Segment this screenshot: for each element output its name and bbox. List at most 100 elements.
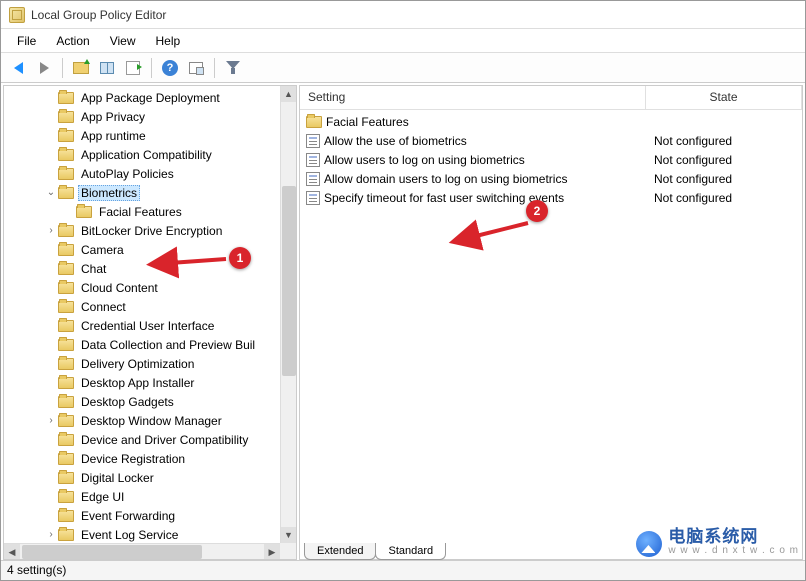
tree-item[interactable]: ›BitLocker Drive Encryption (4, 221, 280, 240)
tree-item[interactable]: App Privacy (4, 107, 280, 126)
setting-state: Not configured (654, 172, 732, 186)
list-row[interactable]: Allow domain users to log on using biome… (300, 169, 802, 188)
tree-item-label: Application Compatibility (78, 147, 215, 163)
scroll-thumb[interactable] (282, 186, 296, 376)
back-button[interactable] (7, 57, 29, 79)
up-button[interactable] (70, 57, 92, 79)
app-icon (9, 7, 25, 23)
tree-expander-icon[interactable]: › (44, 529, 58, 540)
policy-icon (306, 172, 320, 186)
tab-extended[interactable]: Extended (304, 543, 376, 560)
list-row[interactable]: Specify timeout for fast user switching … (300, 188, 802, 207)
export-button[interactable] (122, 57, 144, 79)
tree-item[interactable]: Device Registration (4, 449, 280, 468)
scroll-up-button[interactable]: ▲ (281, 86, 296, 102)
tree-item[interactable]: Application Compatibility (4, 145, 280, 164)
setting-name: Facial Features (326, 115, 409, 129)
list-row[interactable]: Allow users to log on using biometricsNo… (300, 150, 802, 169)
tree-item[interactable]: App runtime (4, 126, 280, 145)
menu-view[interactable]: View (100, 31, 146, 51)
annotation-arrow-1 (164, 253, 234, 276)
filter-icon (226, 61, 240, 75)
tree-expander-icon[interactable]: ⌄ (44, 187, 58, 198)
tree-item[interactable]: Cloud Content (4, 278, 280, 297)
tree-item[interactable]: Delivery Optimization (4, 354, 280, 373)
arrow-left-icon (14, 62, 23, 74)
tree-item[interactable]: ⌄Biometrics (4, 183, 280, 202)
folder-icon (58, 301, 74, 313)
menu-file[interactable]: File (7, 31, 46, 51)
folder-icon (58, 149, 74, 161)
tree-item-label: Credential User Interface (78, 318, 217, 334)
scroll-right-button[interactable]: ▶ (264, 544, 280, 560)
view-tabs: Extended Standard (304, 539, 445, 559)
filter-button[interactable] (222, 57, 244, 79)
folder-icon (58, 453, 74, 465)
tree-item[interactable]: Connect (4, 297, 280, 316)
tree-item-label: App Privacy (78, 109, 148, 125)
toolbar-divider (62, 58, 63, 78)
tree-item-label: App Package Deployment (78, 90, 223, 106)
scroll-down-button[interactable]: ▼ (281, 527, 296, 543)
tree-item[interactable]: Event Forwarding (4, 506, 280, 525)
watermark-url: w w w . d n x t w . c o m (668, 544, 799, 558)
folder-icon (76, 206, 92, 218)
tree-horizontal-scrollbar[interactable]: ◀ ▶ (4, 543, 280, 559)
column-header-setting[interactable]: Setting (300, 86, 646, 109)
tree-item[interactable]: Device and Driver Compatibility (4, 430, 280, 449)
folder-icon (58, 472, 74, 484)
forward-button[interactable] (33, 57, 55, 79)
tree-expander-icon[interactable]: › (44, 225, 58, 236)
scroll-left-button[interactable]: ◀ (4, 544, 20, 560)
folder-icon (58, 263, 74, 275)
list-row[interactable]: Facial Features (300, 112, 802, 131)
tree-item-label: Desktop Window Manager (78, 413, 225, 429)
setting-state: Not configured (654, 153, 732, 167)
list-row[interactable]: Allow the use of biometrics Not configure… (300, 131, 802, 150)
tree-pane: App Package Deployment App PrivacyApp run… (3, 85, 297, 560)
tab-standard[interactable]: Standard (375, 543, 446, 560)
menu-action[interactable]: Action (46, 31, 99, 51)
annotation-callout-1: 1 (229, 247, 251, 269)
policy-icon (306, 191, 320, 205)
tree-item-label: Chat (78, 261, 109, 277)
tree-item[interactable]: Desktop App Installer (4, 373, 280, 392)
tree-item[interactable]: Edge UI (4, 487, 280, 506)
tree-item[interactable]: Credential User Interface (4, 316, 280, 335)
folder-icon (58, 225, 74, 237)
scroll-thumb[interactable] (22, 545, 202, 559)
setting-state: Not configured (654, 134, 732, 148)
folder-icon (58, 111, 74, 123)
tree-item-label: Delivery Optimization (78, 356, 197, 372)
column-header-state[interactable]: State (646, 86, 802, 109)
tree-item[interactable]: App Package Deployment (4, 88, 280, 107)
window-title: Local Group Policy Editor (31, 8, 166, 22)
tree-item-label: Event Log Service (78, 527, 181, 543)
tree-item[interactable]: Desktop Gadgets (4, 392, 280, 411)
help-button[interactable]: ? (159, 57, 181, 79)
watermark-logo-icon (636, 531, 662, 557)
annotation-arrow-2 (466, 221, 536, 244)
show-panes-button[interactable] (96, 57, 118, 79)
tree-expander-icon[interactable]: › (44, 415, 58, 426)
tree-item[interactable]: › Event Log Service (4, 525, 280, 543)
properties-button[interactable] (185, 57, 207, 79)
tree-item[interactable]: Data Collection and Preview Buil (4, 335, 280, 354)
menu-help[interactable]: Help (146, 31, 191, 51)
folder-icon (58, 187, 74, 199)
setting-name: Allow the use of biometrics (324, 134, 467, 148)
tree-scroll-area: App Package Deployment App PrivacyApp run… (4, 86, 280, 543)
setting-state: Not configured (654, 191, 732, 205)
tree-vertical-scrollbar[interactable]: ▲ ▼ (280, 86, 296, 543)
properties-icon (189, 62, 203, 74)
folder-icon (58, 529, 74, 541)
tree-item[interactable]: Facial Features (4, 202, 280, 221)
annotation-callout-2: 2 (526, 200, 548, 222)
toolbar-divider (151, 58, 152, 78)
tree-item[interactable]: › Desktop Window Manager (4, 411, 280, 430)
policy-icon (306, 134, 320, 148)
tree-item[interactable]: Digital Locker (4, 468, 280, 487)
list-header: Setting State (300, 86, 802, 110)
tree-item[interactable]: AutoPlay Policies (4, 164, 280, 183)
tree-item-label: Desktop Gadgets (78, 394, 177, 410)
